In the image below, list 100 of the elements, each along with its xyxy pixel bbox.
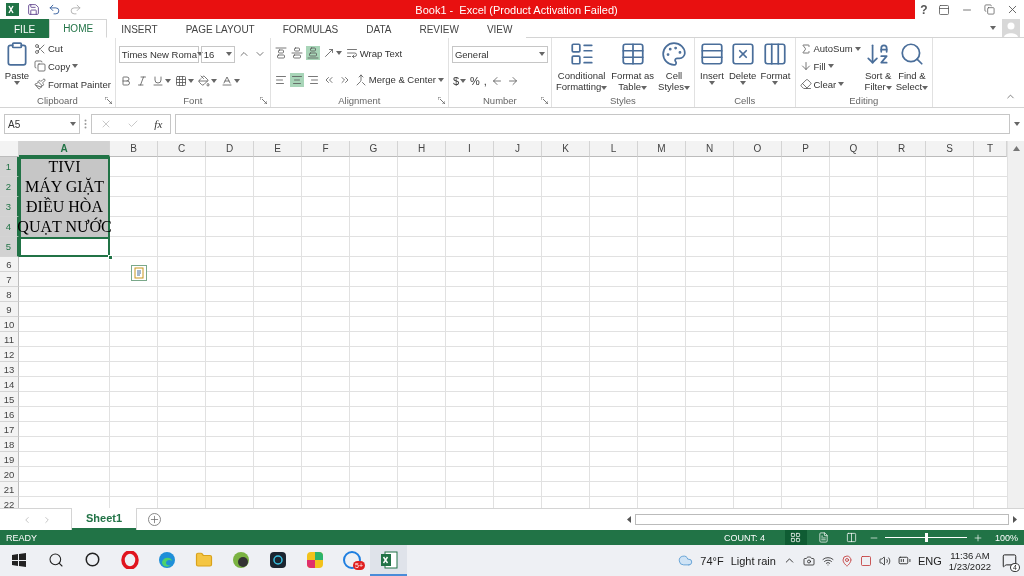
column-header[interactable]: J	[494, 141, 542, 157]
horizontal-scrollbar[interactable]	[626, 513, 1018, 526]
row-header[interactable]: 15	[0, 392, 19, 407]
column-header[interactable]: C	[158, 141, 206, 157]
battery-icon[interactable]	[897, 554, 911, 567]
column-header[interactable]: L	[590, 141, 638, 157]
column-header[interactable]: D	[206, 141, 254, 157]
fill-down-button[interactable]: Fill	[798, 59, 835, 74]
language-indicator[interactable]: ENG	[917, 554, 942, 567]
spreadsheet-icon[interactable]	[6, 3, 19, 16]
column-header[interactable]: R	[878, 141, 926, 157]
row-header[interactable]: 17	[0, 422, 19, 437]
dropdown-field[interactable]: General	[451, 45, 548, 63]
column-header[interactable]: Q	[830, 141, 878, 157]
row-header[interactable]: 8	[0, 287, 19, 302]
notification-icon[interactable]	[1001, 553, 1017, 568]
column-header[interactable]: O	[734, 141, 782, 157]
drag-handle-icon[interactable]	[84, 119, 87, 129]
paintbrush-button[interactable]: Format Painter	[33, 77, 112, 92]
formula-field[interactable]	[175, 114, 1010, 134]
insert-function-button[interactable]: fx	[154, 118, 163, 130]
clipboard-button[interactable]: Paste	[3, 40, 31, 93]
launcher-icon[interactable]	[540, 97, 548, 104]
row-header[interactable]: 11	[0, 332, 19, 347]
vertical-scrollbar[interactable]	[1007, 141, 1024, 508]
wrap-text-button[interactable]: Wrap Text	[344, 46, 404, 61]
name-box[interactable]: A5	[4, 114, 80, 134]
column-header[interactable]: M	[638, 141, 686, 157]
sheet-tab[interactable]: Sheet1	[72, 508, 137, 530]
row-header[interactable]: 7	[0, 272, 19, 287]
row-header[interactable]: 20	[0, 467, 19, 482]
save-icon[interactable]	[27, 3, 40, 16]
row-header[interactable]: 13	[0, 362, 19, 377]
zoom-in-icon[interactable]	[972, 532, 983, 543]
fill-color-button[interactable]	[196, 73, 218, 88]
search-button[interactable]: Find & Select	[894, 40, 930, 93]
number-format-button[interactable]: $	[451, 73, 467, 88]
ribbon-display-icon[interactable]	[938, 3, 951, 16]
column-header[interactable]: A	[19, 141, 110, 157]
clock[interactable]: 11:36 AM 1/23/2022	[948, 549, 991, 572]
borders-button[interactable]	[173, 73, 195, 88]
insert-cells-button[interactable]: Insert	[697, 40, 726, 93]
eraser-button[interactable]: Clear	[798, 77, 846, 92]
column-header[interactable]: E	[254, 141, 302, 157]
middle-align-button[interactable]	[289, 46, 304, 61]
row-header[interactable]: 14	[0, 377, 19, 392]
camera-icon[interactable]	[802, 554, 815, 567]
scroll-right-icon[interactable]	[1011, 516, 1018, 523]
scroll-left-icon[interactable]	[626, 516, 633, 523]
row-header[interactable]: 9	[0, 302, 19, 317]
top-align-button[interactable]	[273, 46, 288, 61]
conditional-formatting-button[interactable]: Conditional Formatting	[554, 40, 609, 93]
column-header[interactable]: H	[398, 141, 446, 157]
zoom-reading[interactable]: 100%	[994, 532, 1018, 543]
ribbon-tab[interactable]: HOME	[49, 19, 108, 38]
row-header[interactable]: 2	[0, 177, 19, 197]
scissors-button[interactable]: Cut	[33, 41, 64, 56]
row-header[interactable]: 18	[0, 437, 19, 452]
column-header[interactable]: N	[686, 141, 734, 157]
sigma-button[interactable]: AutoSum	[798, 41, 862, 56]
row-header[interactable]: 10	[0, 317, 19, 332]
row-header[interactable]: 16	[0, 407, 19, 422]
scroll-up-icon[interactable]	[1012, 146, 1020, 151]
row-header[interactable]: 6	[0, 257, 19, 272]
volume-icon[interactable]	[878, 554, 891, 567]
column-header[interactable]: G	[350, 141, 398, 157]
launcher-icon[interactable]	[437, 97, 445, 104]
delete-cells-button[interactable]: Delete	[727, 40, 758, 93]
column-header[interactable]: B	[110, 141, 158, 157]
row-header[interactable]: 5	[0, 237, 19, 257]
restore-icon[interactable]	[983, 4, 995, 15]
bottom-align-button[interactable]	[305, 46, 320, 61]
launcher-icon[interactable]	[104, 97, 112, 104]
column-header[interactable]: T	[974, 141, 1007, 157]
column-header[interactable]: F	[302, 141, 350, 157]
row-header[interactable]: 1	[0, 157, 19, 177]
row-header[interactable]: 3	[0, 197, 19, 217]
column-header[interactable]: K	[542, 141, 590, 157]
check-icon[interactable]	[127, 118, 139, 130]
palette-button[interactable]: Cell Styles	[657, 40, 691, 93]
number-format-button[interactable]: %	[469, 73, 481, 88]
paste-options-icon[interactable]	[131, 265, 147, 281]
fill-handle[interactable]	[108, 255, 113, 260]
row-header[interactable]: 4	[0, 217, 19, 237]
table-button[interactable]: Format as Table	[610, 40, 656, 93]
format-cells-button[interactable]: Format	[759, 40, 792, 93]
help-button[interactable]: ?	[920, 2, 928, 17]
row-header[interactable]: 12	[0, 347, 19, 362]
row-header[interactable]: 19	[0, 452, 19, 467]
column-header[interactable]: P	[782, 141, 830, 157]
column-header[interactable]: S	[926, 141, 974, 157]
column-header[interactable]: I	[446, 141, 494, 157]
row-header[interactable]: 21	[0, 482, 19, 497]
align-center-button[interactable]	[289, 72, 304, 87]
wifi-icon[interactable]	[821, 554, 834, 567]
merge-button[interactable]: Merge & Center	[353, 72, 445, 87]
copy-button[interactable]: Copy	[33, 59, 80, 74]
view-button[interactable]	[784, 530, 807, 545]
pin-icon[interactable]	[840, 554, 853, 567]
sort-button[interactable]: Sort & Filter	[863, 40, 893, 93]
